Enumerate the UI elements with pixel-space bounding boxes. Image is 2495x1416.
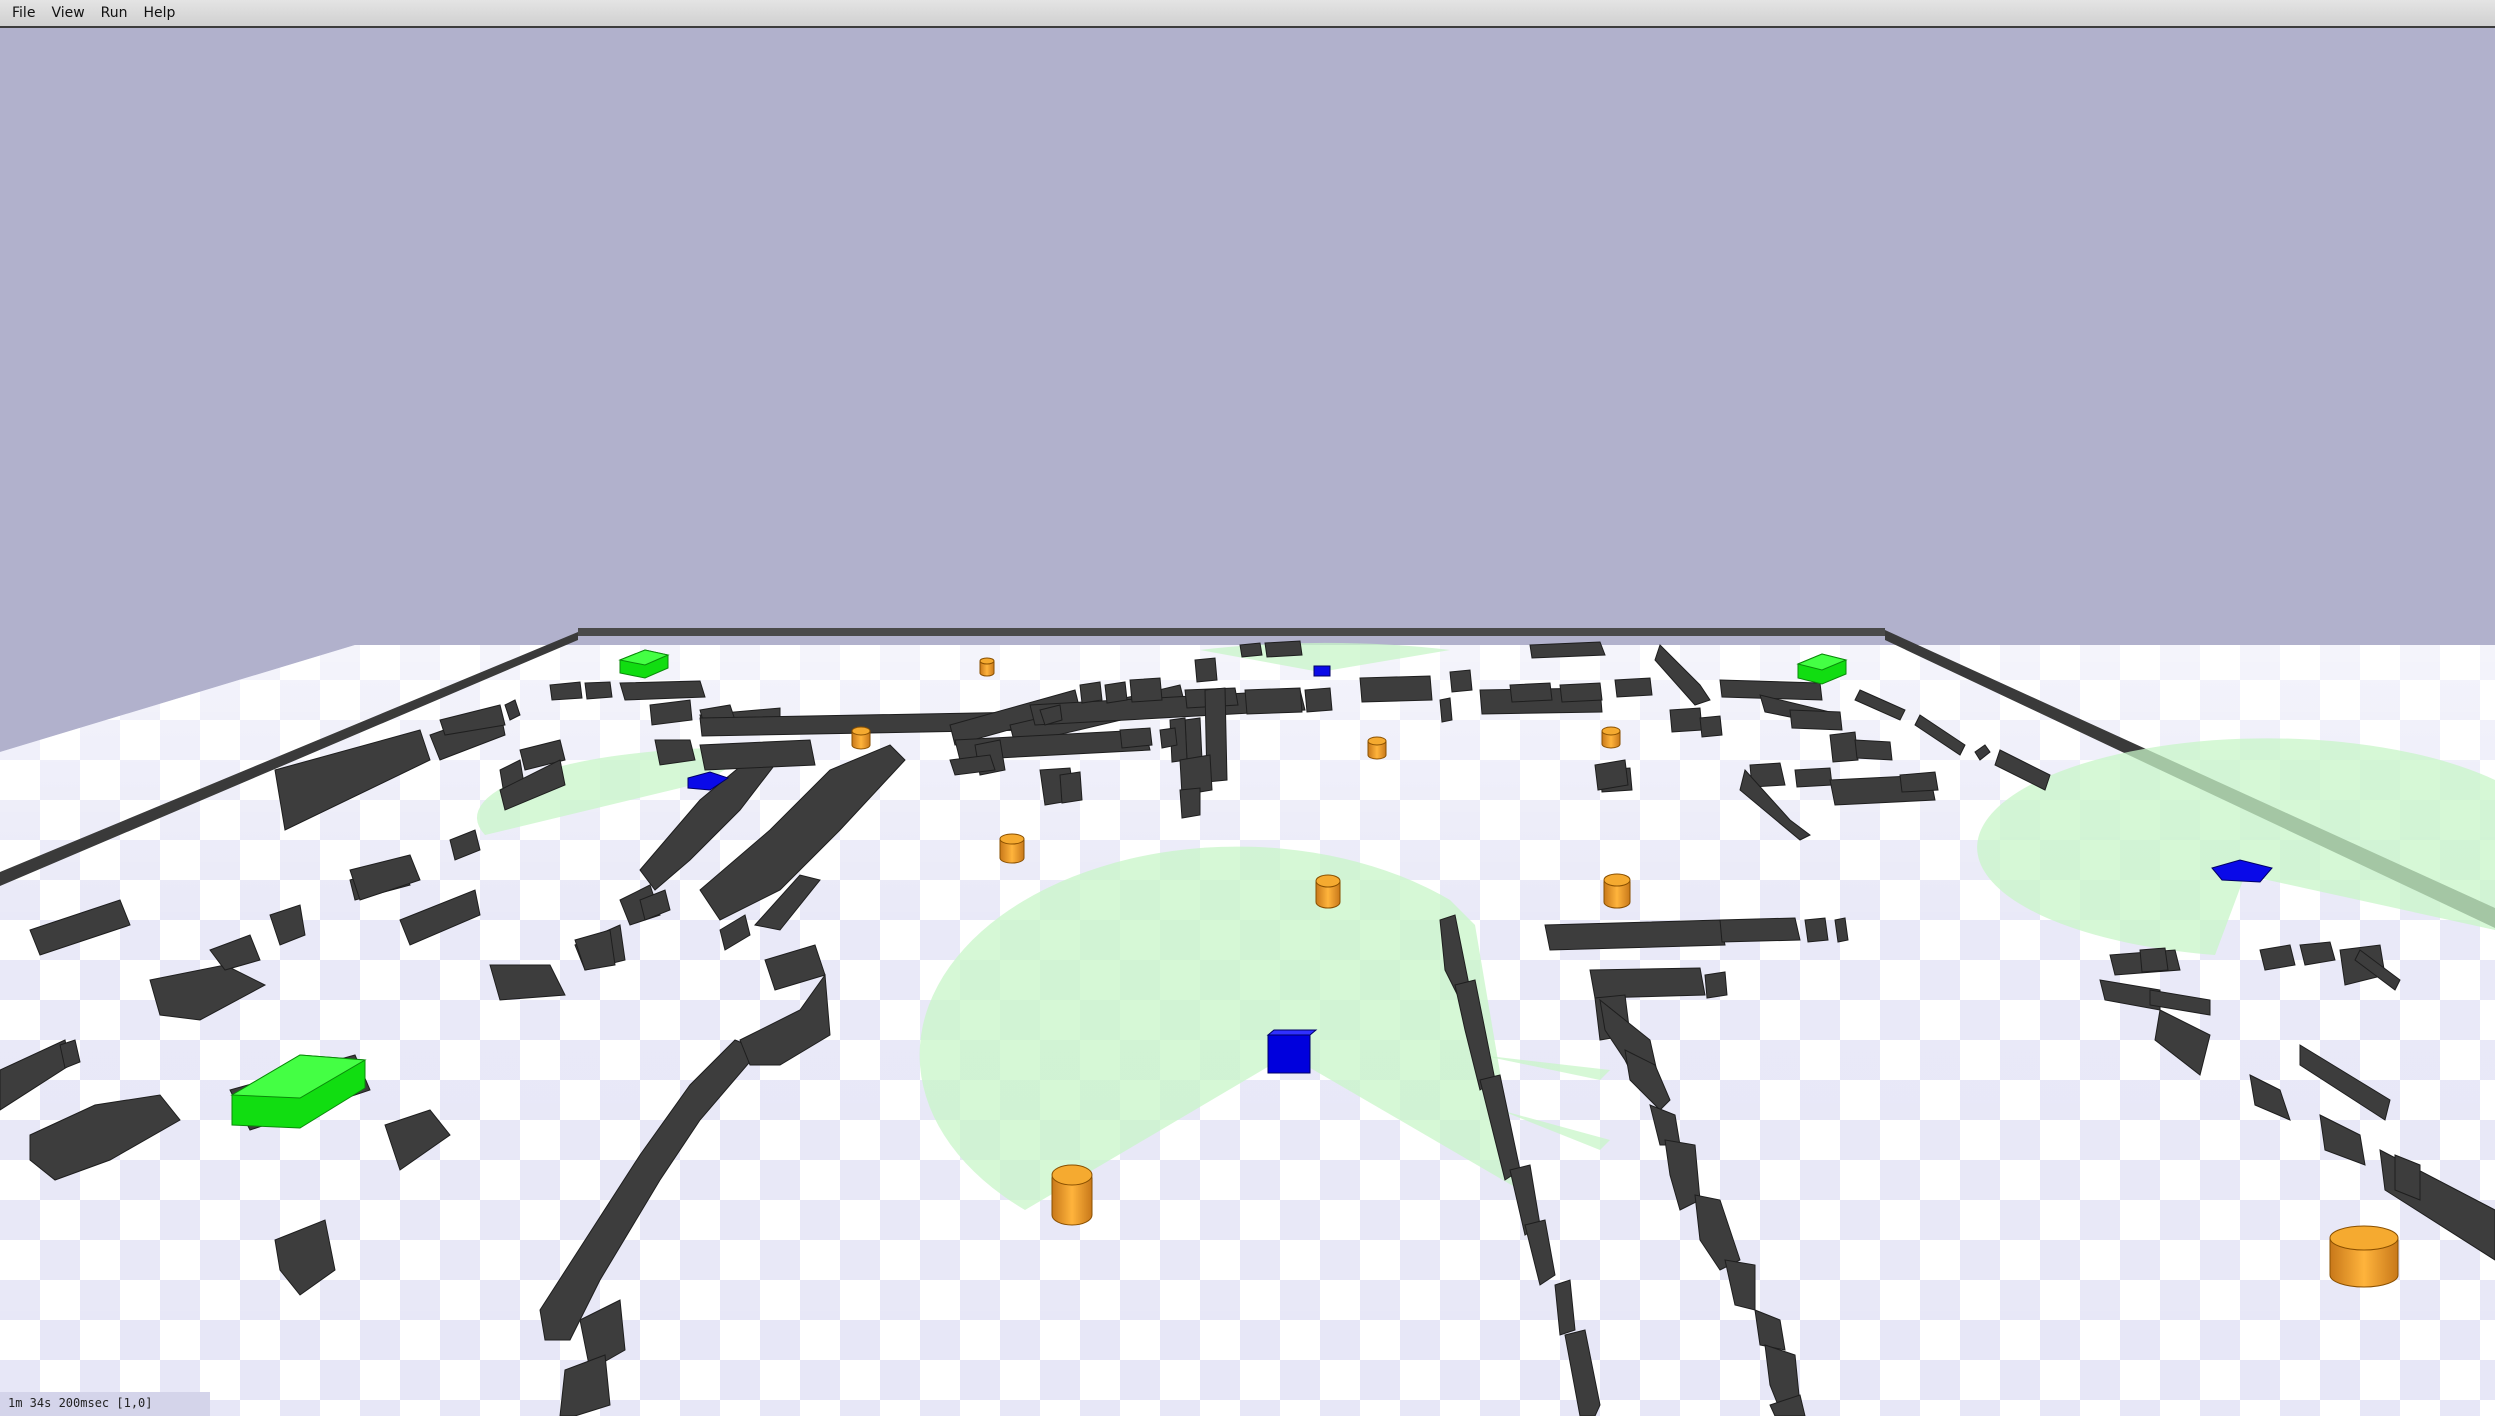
sky	[0, 28, 2495, 648]
obstacle	[1699, 715, 1723, 738]
obstacle	[619, 680, 706, 701]
obstacle	[1719, 917, 1801, 943]
cylinder-object	[2329, 1225, 2399, 1288]
obstacle	[1704, 971, 1728, 999]
obstacle	[1079, 681, 1103, 704]
obstacle	[1509, 682, 1553, 703]
obstacle	[1159, 727, 1178, 749]
obstacle	[1794, 767, 1833, 788]
menu-bar: File View Run Help	[0, 0, 2495, 28]
obstacle	[1719, 679, 1823, 701]
menu-help[interactable]: Help	[138, 3, 182, 23]
cylinder-object	[1367, 736, 1387, 760]
obstacle	[1244, 687, 1303, 715]
obstacle	[1264, 640, 1303, 658]
cylinder-object	[1603, 873, 1631, 909]
obstacle	[1854, 739, 1893, 761]
obstacle	[1594, 759, 1629, 791]
obstacle	[1194, 657, 1218, 683]
obstacle	[1789, 709, 1843, 731]
obstacle	[1119, 727, 1153, 749]
robot-center	[1266, 1029, 1318, 1074]
obstacle	[1059, 771, 1083, 804]
obstacle	[1184, 717, 1203, 763]
obstacle	[1669, 707, 1703, 733]
menu-view[interactable]: View	[45, 3, 90, 23]
menu-file[interactable]: File	[6, 3, 41, 23]
obstacle	[1439, 697, 1453, 723]
cylinder-object	[1601, 726, 1621, 749]
obstacle	[1304, 687, 1333, 713]
obstacle	[1179, 787, 1201, 819]
obstacle	[654, 739, 696, 766]
obstacle	[1544, 919, 1726, 951]
simulation-viewport[interactable]	[0, 28, 2495, 1416]
cylinder-object	[1315, 874, 1341, 909]
status-bar: 1m 34s 200msec [1,0]	[0, 1392, 210, 1416]
obstacle	[2259, 944, 2296, 971]
sim-time-readout: 1m 34s 200msec [1,0]	[8, 1396, 153, 1410]
obstacle	[1614, 677, 1653, 698]
obstacle	[1359, 675, 1433, 703]
obstacle	[699, 739, 816, 771]
robot-top	[1313, 665, 1331, 677]
cylinder-object	[851, 726, 871, 750]
obstacle	[1589, 967, 1706, 999]
obstacle	[649, 699, 693, 726]
obstacle	[2139, 947, 2169, 973]
obstacle	[1559, 682, 1603, 703]
obstacle	[1449, 669, 1473, 693]
obstacle	[584, 681, 613, 700]
obstacle	[1104, 681, 1128, 704]
obstacle	[1129, 677, 1163, 703]
obstacle	[1829, 731, 1859, 763]
obstacle	[1899, 771, 1939, 793]
obstacle	[549, 681, 583, 701]
cylinder-object	[999, 833, 1025, 864]
obstacle	[1804, 917, 1829, 943]
cylinder-object	[979, 657, 995, 677]
cylinder-object	[1051, 1164, 1093, 1226]
obstacle	[1239, 642, 1263, 658]
obstacle	[1529, 641, 1606, 659]
menu-run[interactable]: Run	[95, 3, 134, 23]
